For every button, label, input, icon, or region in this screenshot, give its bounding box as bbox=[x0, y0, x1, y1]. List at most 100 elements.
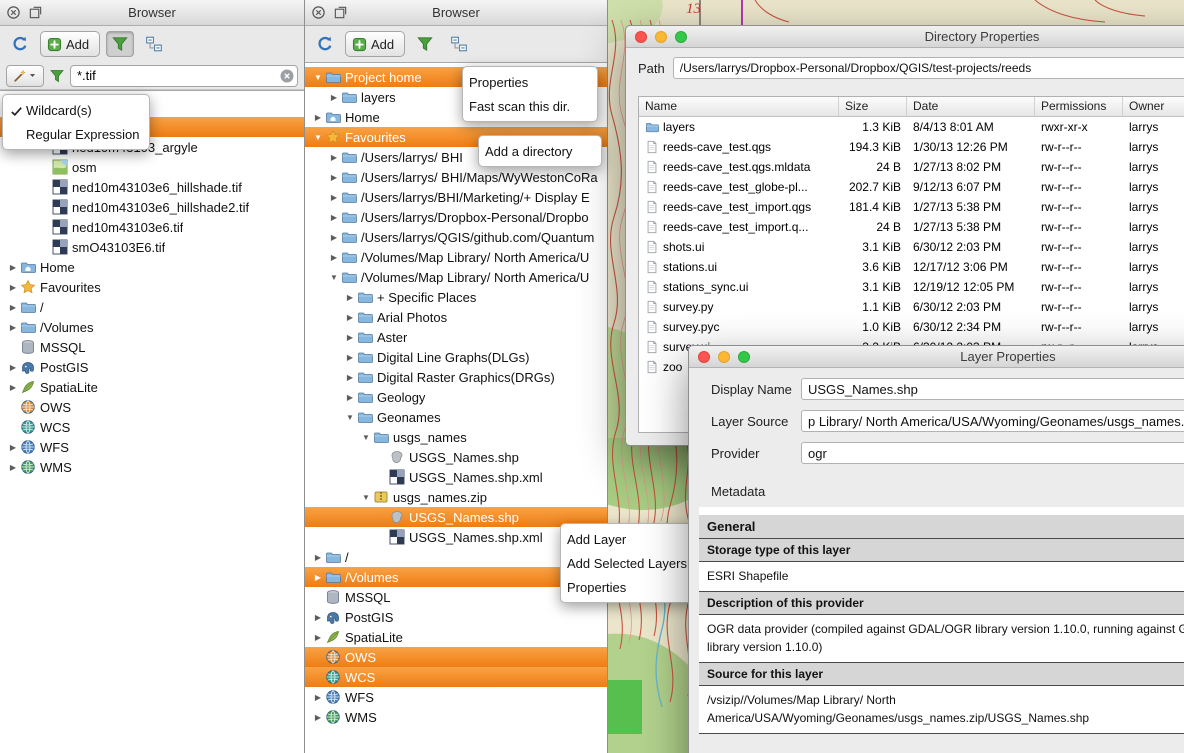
chevron-right-icon[interactable]: ▶ bbox=[327, 153, 341, 162]
tree-item[interactable]: ▼Geonames bbox=[305, 407, 607, 427]
close-window-button[interactable] bbox=[698, 351, 710, 363]
table-row[interactable]: reeds-cave_test.qgs.mldata24 B1/27/13 8:… bbox=[639, 157, 1184, 177]
tree-item[interactable]: ▶/Users/larrys/QGIS/github.com/Quantum bbox=[305, 227, 607, 247]
tree-item[interactable]: ▼usgs_names bbox=[305, 427, 607, 447]
table-row[interactable]: reeds-cave_test.qgs194.3 KiB1/30/13 12:2… bbox=[639, 137, 1184, 157]
table-row[interactable]: stations.ui3.6 KiB12/17/12 3:06 PMrw-r--… bbox=[639, 257, 1184, 277]
tree-item[interactable]: ▶Home bbox=[0, 257, 304, 277]
tree-item[interactable]: MSSQL bbox=[0, 337, 304, 357]
chevron-down-icon[interactable]: ▼ bbox=[327, 273, 341, 282]
chevron-down-icon[interactable]: ▼ bbox=[343, 413, 357, 422]
chevron-right-icon[interactable]: ▶ bbox=[311, 113, 325, 122]
chevron-right-icon[interactable]: ▶ bbox=[311, 633, 325, 642]
window-titlebar[interactable]: Directory Properties bbox=[626, 26, 1184, 48]
tree-item[interactable]: ned10m43103e6_hillshade2.tif bbox=[0, 197, 304, 217]
menu-item-regular-expression[interactable]: Regular Expression bbox=[3, 122, 149, 146]
chevron-right-icon[interactable]: ▶ bbox=[311, 613, 325, 622]
filter-input[interactable] bbox=[70, 65, 298, 87]
table-header[interactable]: Name Size Date Permissions Owner bbox=[639, 97, 1184, 117]
tree-item[interactable]: ▶SpatiaLite bbox=[0, 377, 304, 397]
chevron-right-icon[interactable]: ▶ bbox=[6, 463, 20, 472]
display-name-input[interactable] bbox=[801, 378, 1184, 400]
tree-item[interactable]: ned10m43103e6_hillshade.tif bbox=[0, 177, 304, 197]
tree-item[interactable]: OWS bbox=[0, 397, 304, 417]
tree-item[interactable]: ▶WMS bbox=[305, 707, 607, 727]
tree-item[interactable]: ▶WFS bbox=[0, 437, 304, 457]
tree-item[interactable]: ▶/Volumes/Map Library/ North America/U bbox=[305, 247, 607, 267]
filter-options-button[interactable] bbox=[6, 65, 44, 87]
table-row[interactable]: layers1.3 KiB8/4/13 8:01 AMrwxr-xr-xlarr… bbox=[639, 117, 1184, 137]
chevron-right-icon[interactable]: ▶ bbox=[6, 323, 20, 332]
chevron-down-icon[interactable]: ▼ bbox=[311, 73, 325, 82]
tree-item[interactable]: ▶+ Specific Places bbox=[305, 287, 607, 307]
panel-titlebar[interactable]: Browser bbox=[0, 0, 304, 26]
clear-filter-icon[interactable] bbox=[279, 68, 295, 84]
tree-item[interactable]: ▶SpatiaLite bbox=[305, 627, 607, 647]
table-row[interactable]: survey.py1.1 KiB6/30/12 2:03 PMrw-r--r--… bbox=[639, 297, 1184, 317]
chevron-right-icon[interactable]: ▶ bbox=[6, 263, 20, 272]
chevron-right-icon[interactable]: ▶ bbox=[311, 553, 325, 562]
filter-toggle-button[interactable] bbox=[106, 31, 134, 57]
tree-item[interactable]: ▶Favourites bbox=[0, 277, 304, 297]
tree-item[interactable]: smO43103E6.tif bbox=[0, 237, 304, 257]
tree-item[interactable]: ▶/Users/larrys/BHI/Marketing/+ Display E bbox=[305, 187, 607, 207]
chevron-right-icon[interactable]: ▶ bbox=[6, 383, 20, 392]
chevron-right-icon[interactable]: ▶ bbox=[327, 253, 341, 262]
zoom-window-button[interactable] bbox=[738, 351, 750, 363]
menu-item-add-layer[interactable]: Add Layer bbox=[561, 527, 697, 551]
tree-item[interactable]: ▶PostGIS bbox=[305, 607, 607, 627]
float-panel-icon[interactable] bbox=[28, 5, 43, 20]
chevron-right-icon[interactable]: ▶ bbox=[311, 713, 325, 722]
chevron-right-icon[interactable]: ▶ bbox=[6, 303, 20, 312]
tree-item[interactable]: ▼/Volumes/Map Library/ North America/U bbox=[305, 267, 607, 287]
tree-item[interactable]: ▶WMS bbox=[0, 457, 304, 477]
float-panel-icon[interactable] bbox=[333, 5, 348, 20]
table-row[interactable]: survey.pyc1.0 KiB6/30/12 2:34 PMrw-r--r-… bbox=[639, 317, 1184, 337]
chevron-right-icon[interactable]: ▶ bbox=[343, 333, 357, 342]
tree-item[interactable]: ▶WFS bbox=[305, 687, 607, 707]
table-row[interactable]: reeds-cave_test_import.qgs181.4 KiB1/27/… bbox=[639, 197, 1184, 217]
tree-item[interactable]: ▶/ bbox=[0, 297, 304, 317]
tree-item[interactable]: ▶Digital Raster Graphics(DRGs) bbox=[305, 367, 607, 387]
window-titlebar[interactable]: Layer Properties bbox=[689, 346, 1184, 368]
chevron-right-icon[interactable]: ▶ bbox=[343, 313, 357, 322]
menu-item-wildcards[interactable]: Wildcard(s) bbox=[3, 98, 149, 122]
menu-item-add-directory[interactable]: Add a directory bbox=[479, 139, 601, 163]
tree-item[interactable]: ▶Aster bbox=[305, 327, 607, 347]
tree-item[interactable]: USGS_Names.shp bbox=[305, 447, 607, 467]
chevron-down-icon[interactable]: ▼ bbox=[359, 433, 373, 442]
tree-item[interactable]: WCS bbox=[305, 667, 607, 687]
menu-item-fast-scan[interactable]: Fast scan this dir. bbox=[463, 94, 597, 118]
collapse-all-button[interactable] bbox=[445, 31, 473, 57]
close-window-button[interactable] bbox=[635, 31, 647, 43]
chevron-right-icon[interactable]: ▶ bbox=[343, 373, 357, 382]
table-row[interactable]: reeds-cave_test_globe-pl...202.7 KiB9/12… bbox=[639, 177, 1184, 197]
chevron-right-icon[interactable]: ▶ bbox=[6, 443, 20, 452]
close-panel-icon[interactable] bbox=[6, 5, 21, 20]
add-button[interactable]: Add bbox=[345, 31, 405, 57]
tree-item[interactable]: USGS_Names.shp.xml bbox=[305, 467, 607, 487]
minimize-window-button[interactable] bbox=[655, 31, 667, 43]
add-button[interactable]: Add bbox=[40, 31, 100, 57]
tree-item[interactable]: ▶Geology bbox=[305, 387, 607, 407]
refresh-button[interactable] bbox=[311, 31, 339, 57]
table-row[interactable]: reeds-cave_test_import.q...24 B1/27/13 5… bbox=[639, 217, 1184, 237]
menu-item-add-selected-layers[interactable]: Add Selected Layers bbox=[561, 551, 697, 575]
table-row[interactable]: stations_sync.ui3.1 KiB12/19/12 12:05 PM… bbox=[639, 277, 1184, 297]
chevron-right-icon[interactable]: ▶ bbox=[327, 173, 341, 182]
tree-item[interactable]: ▶Digital Line Graphs(DLGs) bbox=[305, 347, 607, 367]
tree-item[interactable]: ▶Arial Photos bbox=[305, 307, 607, 327]
tree-item[interactable]: OWS bbox=[305, 647, 607, 667]
tree-item[interactable]: WCS bbox=[0, 417, 304, 437]
refresh-button[interactable] bbox=[6, 31, 34, 57]
chevron-down-icon[interactable]: ▼ bbox=[311, 133, 325, 142]
tree-item[interactable]: ▶/Users/larrys/Dropbox-Personal/Dropbo bbox=[305, 207, 607, 227]
tree-item[interactable]: ned10m43103e6.tif bbox=[0, 217, 304, 237]
tree-item[interactable]: osm bbox=[0, 157, 304, 177]
table-row[interactable]: shots.ui3.1 KiB6/30/12 2:03 PMrw-r--r--l… bbox=[639, 237, 1184, 257]
provider-input[interactable] bbox=[801, 442, 1184, 464]
chevron-right-icon[interactable]: ▶ bbox=[327, 93, 341, 102]
minimize-window-button[interactable] bbox=[718, 351, 730, 363]
zoom-window-button[interactable] bbox=[675, 31, 687, 43]
tree-item[interactable]: ▶/Volumes bbox=[0, 317, 304, 337]
